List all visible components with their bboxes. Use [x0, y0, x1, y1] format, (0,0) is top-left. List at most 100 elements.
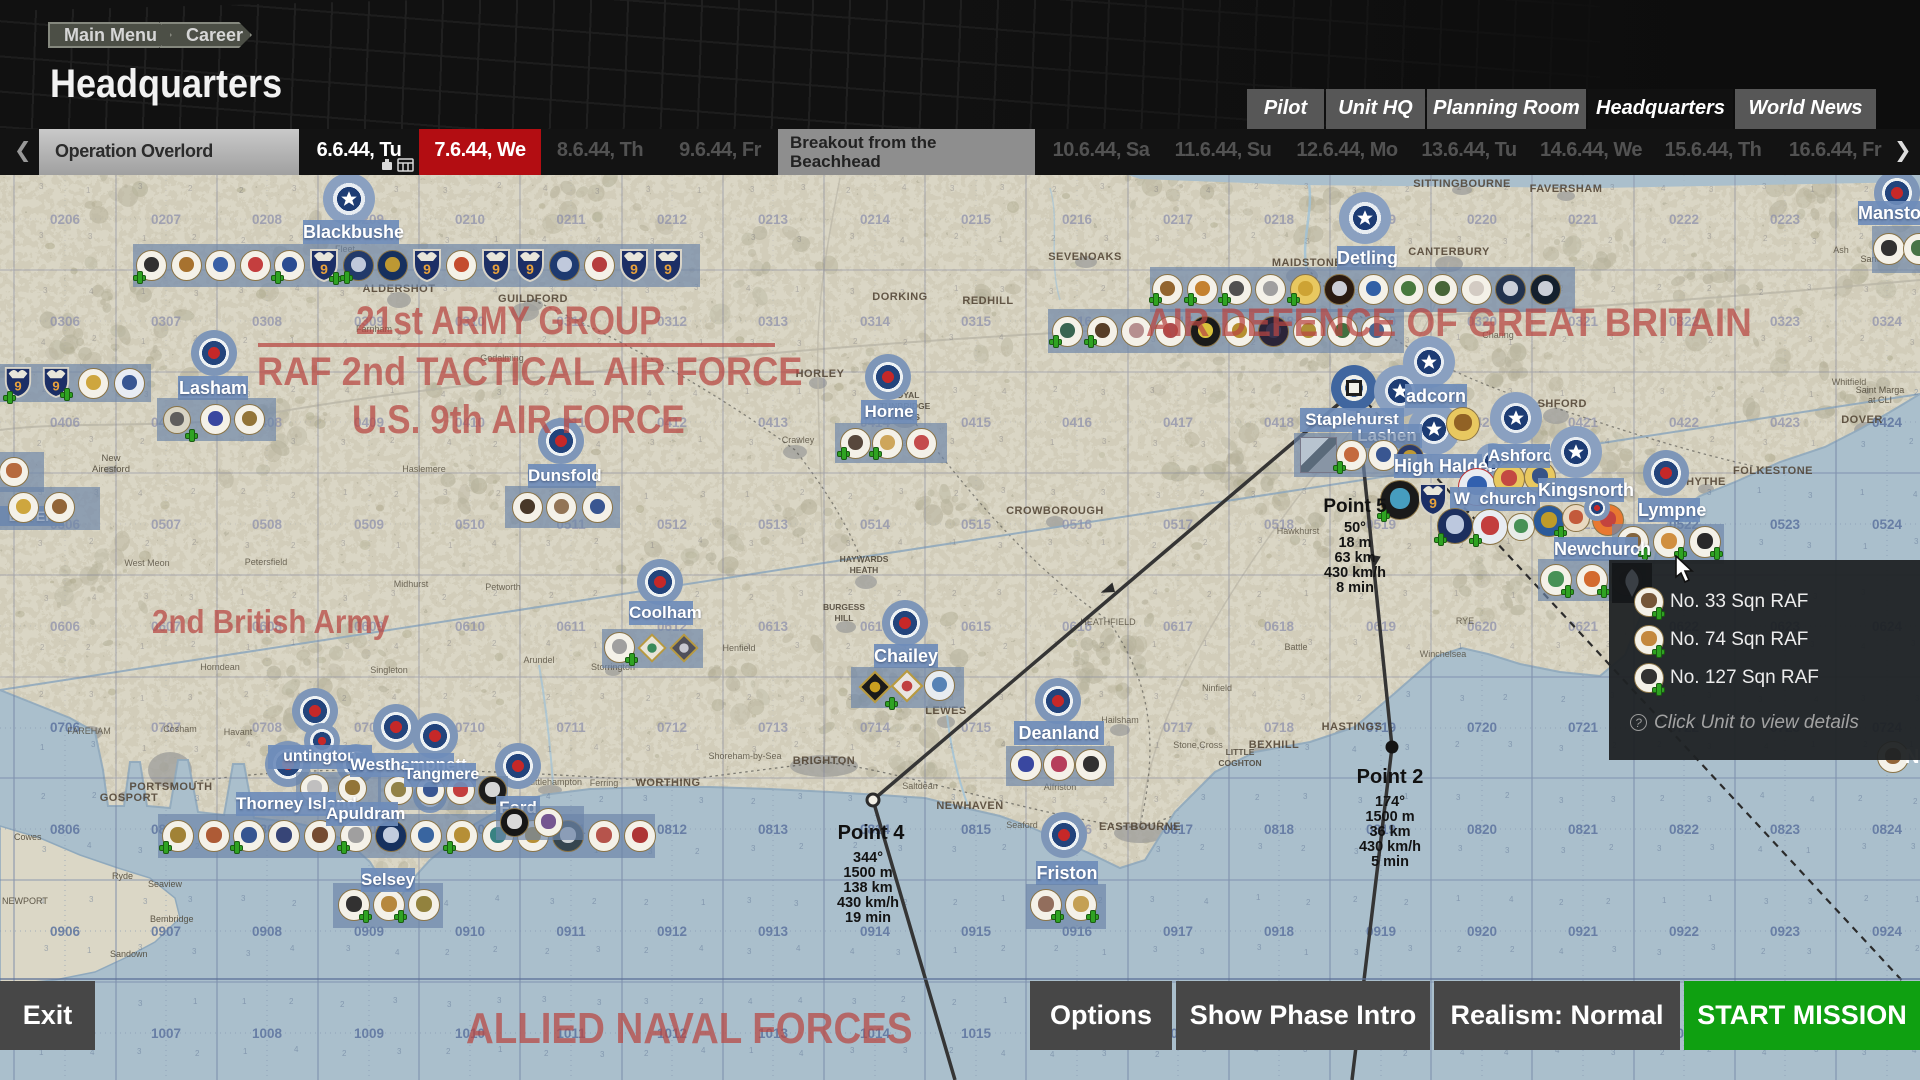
- svg-text:3: 3: [953, 386, 958, 395]
- svg-text:Petworth: Petworth: [485, 582, 521, 592]
- svg-text:3: 3: [1308, 638, 1313, 647]
- svg-text:2: 2: [592, 897, 597, 906]
- svg-text:0710: 0710: [455, 720, 485, 735]
- svg-text:3: 3: [1807, 283, 1812, 292]
- svg-text:2: 2: [289, 234, 294, 243]
- svg-text:4: 4: [294, 1045, 299, 1054]
- svg-text:1: 1: [142, 744, 147, 753]
- svg-text:3: 3: [443, 488, 448, 497]
- svg-text:0214: 0214: [860, 212, 891, 227]
- svg-text:0423: 0423: [1770, 415, 1801, 430]
- svg-text:2: 2: [496, 489, 501, 498]
- svg-text:0422: 0422: [1669, 415, 1699, 430]
- svg-text:3: 3: [952, 845, 957, 854]
- svg-text:3: 3: [189, 593, 194, 602]
- svg-text:3: 3: [447, 1000, 452, 1009]
- svg-text:3: 3: [646, 744, 651, 753]
- svg-text:Shoreham-by-Sea: Shoreham-by-Sea: [708, 751, 781, 761]
- svg-text:2: 2: [1606, 897, 1611, 906]
- svg-text:3: 3: [341, 438, 346, 447]
- svg-text:3: 3: [1052, 796, 1057, 805]
- svg-text:BURGESS: BURGESS: [823, 602, 865, 612]
- svg-text:3: 3: [1305, 237, 1310, 246]
- svg-text:1: 1: [547, 745, 552, 754]
- svg-text:3: 3: [42, 845, 47, 854]
- svg-text:4: 4: [1001, 1049, 1006, 1058]
- svg-text:2: 2: [1858, 794, 1863, 803]
- svg-text:2: 2: [1053, 588, 1058, 597]
- svg-text:1: 1: [1612, 386, 1617, 395]
- svg-text:2: 2: [1152, 541, 1157, 550]
- svg-text:3: 3: [1709, 185, 1714, 194]
- svg-text:3: 3: [1354, 948, 1359, 957]
- svg-text:HILL: HILL: [835, 613, 854, 623]
- svg-text:1: 1: [1708, 894, 1713, 903]
- svg-text:4: 4: [1810, 795, 1815, 804]
- svg-text:9: 9: [52, 378, 59, 393]
- svg-text:2: 2: [1660, 794, 1665, 803]
- svg-text:2: 2: [1053, 385, 1058, 394]
- svg-text:3: 3: [1505, 846, 1510, 855]
- svg-text:3: 3: [89, 690, 94, 699]
- svg-text:3: 3: [1456, 793, 1461, 802]
- svg-text:FOLKESTONE: FOLKESTONE: [1733, 465, 1813, 477]
- svg-text:Winchelsea: Winchelsea: [1420, 649, 1467, 659]
- svg-text:3: 3: [39, 231, 44, 240]
- svg-text:2: 2: [1051, 234, 1056, 243]
- svg-text:1: 1: [141, 337, 146, 346]
- svg-text:4: 4: [1002, 387, 1007, 396]
- svg-text:2: 2: [443, 692, 448, 701]
- svg-text:4: 4: [1206, 186, 1211, 195]
- svg-text:4: 4: [902, 183, 907, 192]
- svg-text:2: 2: [291, 491, 296, 500]
- svg-text:3: 3: [1458, 844, 1463, 853]
- svg-text:1: 1: [745, 490, 750, 499]
- svg-text:4: 4: [1251, 639, 1256, 648]
- svg-text:3: 3: [391, 589, 396, 598]
- svg-text:2: 2: [749, 593, 754, 602]
- svg-text:COGHTON: COGHTON: [1218, 758, 1261, 768]
- svg-text:0418: 0418: [1264, 415, 1295, 430]
- svg-text:3: 3: [89, 895, 94, 904]
- svg-text:3: 3: [751, 233, 756, 242]
- svg-text:0324: 0324: [1872, 314, 1903, 329]
- svg-text:3: 3: [1707, 232, 1712, 241]
- svg-text:3: 3: [1204, 693, 1209, 702]
- svg-text:2: 2: [848, 588, 853, 597]
- svg-text:1: 1: [1863, 542, 1868, 551]
- svg-text:1: 1: [243, 1047, 248, 1056]
- svg-text:2: 2: [897, 589, 902, 598]
- svg-text:4: 4: [1760, 791, 1765, 800]
- svg-text:2: 2: [901, 995, 906, 1004]
- svg-text:2: 2: [92, 334, 97, 343]
- svg-text:3: 3: [1808, 897, 1813, 906]
- svg-text:1: 1: [1050, 438, 1055, 447]
- svg-text:REDHILL: REDHILL: [962, 295, 1013, 307]
- svg-text:0514: 0514: [860, 517, 891, 532]
- svg-text:Horndean: Horndean: [200, 662, 240, 672]
- svg-text:0918: 0918: [1264, 924, 1295, 939]
- svg-text:0513: 0513: [758, 517, 789, 532]
- svg-text:2: 2: [1510, 945, 1515, 954]
- svg-text:2: 2: [1200, 843, 1205, 852]
- svg-text:3: 3: [1657, 948, 1662, 957]
- svg-text:4: 4: [1760, 386, 1765, 395]
- svg-text:2: 2: [243, 336, 248, 345]
- svg-text:2: 2: [1559, 898, 1564, 907]
- svg-text:3: 3: [747, 947, 752, 956]
- svg-text:3: 3: [1301, 693, 1306, 702]
- svg-text:3: 3: [1759, 538, 1764, 547]
- svg-text:1: 1: [650, 541, 655, 550]
- svg-text:1: 1: [1811, 439, 1816, 448]
- svg-text:0713: 0713: [758, 720, 789, 735]
- svg-text:2: 2: [497, 181, 502, 190]
- svg-text:2: 2: [292, 591, 297, 600]
- svg-text:1: 1: [1101, 538, 1106, 547]
- svg-text:2: 2: [191, 487, 196, 496]
- svg-text:9: 9: [630, 261, 638, 277]
- svg-text:2: 2: [1255, 793, 1260, 802]
- svg-text:3: 3: [1103, 842, 1108, 851]
- svg-text:3: 3: [1101, 488, 1106, 497]
- svg-text:2: 2: [1611, 285, 1616, 294]
- svg-text:1: 1: [1810, 185, 1815, 194]
